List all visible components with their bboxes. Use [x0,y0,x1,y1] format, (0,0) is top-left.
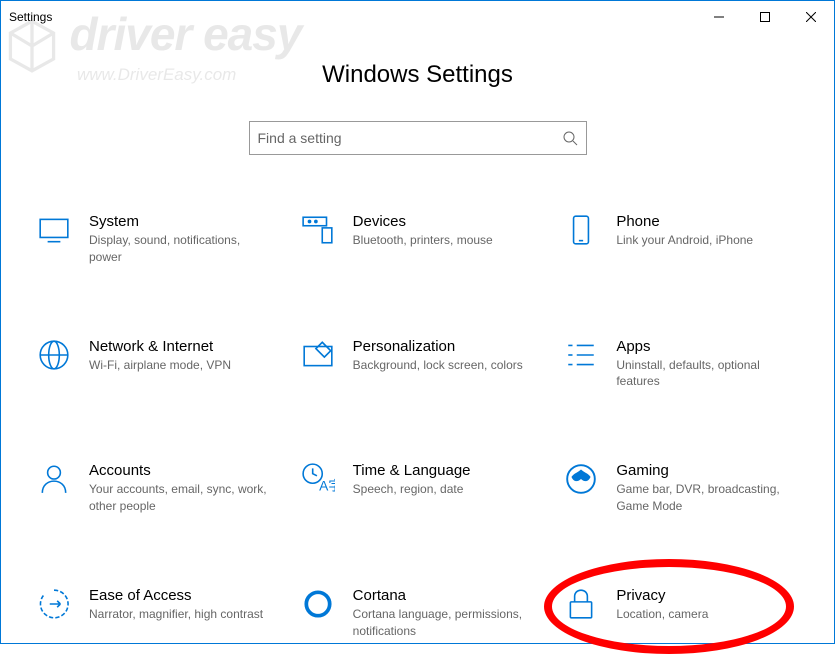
category-desc: Bluetooth, printers, mouse [353,232,535,249]
category-ease-of-access[interactable]: Ease of Access Narrator, magnifier, high… [37,587,271,640]
gaming-icon [564,462,598,496]
search-container [1,121,834,155]
category-desc: Your accounts, email, sync, work, other … [89,481,271,515]
category-title: Phone [616,213,798,230]
category-title: Network & Internet [89,338,271,355]
category-desc: Background, lock screen, colors [353,357,535,374]
window-controls [696,1,834,33]
category-desc: Narrator, magnifier, high contrast [89,606,271,623]
close-button[interactable] [788,1,834,33]
privacy-icon [564,587,598,621]
search-box[interactable] [249,121,587,155]
categories-grid: System Display, sound, notifications, po… [1,213,834,639]
category-desc: Link your Android, iPhone [616,232,798,249]
svg-text:A字: A字 [319,478,335,494]
category-title: Cortana [353,587,535,604]
category-system[interactable]: System Display, sound, notifications, po… [37,213,271,266]
category-title: Devices [353,213,535,230]
category-apps[interactable]: Apps Uninstall, defaults, optional featu… [564,338,798,391]
personalization-icon [301,338,335,372]
category-devices[interactable]: Devices Bluetooth, printers, mouse [301,213,535,266]
category-title: Time & Language [353,462,535,479]
category-time-language[interactable]: A字 Time & Language Speech, region, date [301,462,535,515]
category-title: Ease of Access [89,587,271,604]
search-icon[interactable] [562,130,578,146]
category-accounts[interactable]: Accounts Your accounts, email, sync, wor… [37,462,271,515]
minimize-button[interactable] [696,1,742,33]
window-title: Settings [9,10,52,24]
titlebar: Settings [1,1,834,33]
category-phone[interactable]: Phone Link your Android, iPhone [564,213,798,266]
system-icon [37,213,71,247]
category-desc: Speech, region, date [353,481,535,498]
category-desc: Location, camera [616,606,798,623]
time-icon: A字 [301,462,335,496]
category-personalization[interactable]: Personalization Background, lock screen,… [301,338,535,391]
search-input[interactable] [258,130,562,146]
category-desc: Cortana language, permissions, notificat… [353,606,535,640]
accounts-icon [37,462,71,496]
category-title: Apps [616,338,798,355]
category-title: Privacy [616,587,798,604]
category-title: System [89,213,271,230]
phone-icon [564,213,598,247]
ease-of-access-icon [37,587,71,621]
category-title: Accounts [89,462,271,479]
category-desc: Uninstall, defaults, optional features [616,357,798,391]
category-title: Personalization [353,338,535,355]
devices-icon [301,213,335,247]
category-network[interactable]: Network & Internet Wi-Fi, airplane mode,… [37,338,271,391]
category-privacy[interactable]: Privacy Location, camera [564,587,798,640]
cortana-icon [301,587,335,621]
apps-icon [564,338,598,372]
category-gaming[interactable]: Gaming Game bar, DVR, broadcasting, Game… [564,462,798,515]
category-cortana[interactable]: Cortana Cortana language, permissions, n… [301,587,535,640]
category-desc: Display, sound, notifications, power [89,232,271,266]
page-title: Windows Settings [1,61,834,89]
maximize-button[interactable] [742,1,788,33]
category-title: Gaming [616,462,798,479]
category-desc: Game bar, DVR, broadcasting, Game Mode [616,481,798,515]
category-desc: Wi-Fi, airplane mode, VPN [89,357,271,374]
network-icon [37,338,71,372]
